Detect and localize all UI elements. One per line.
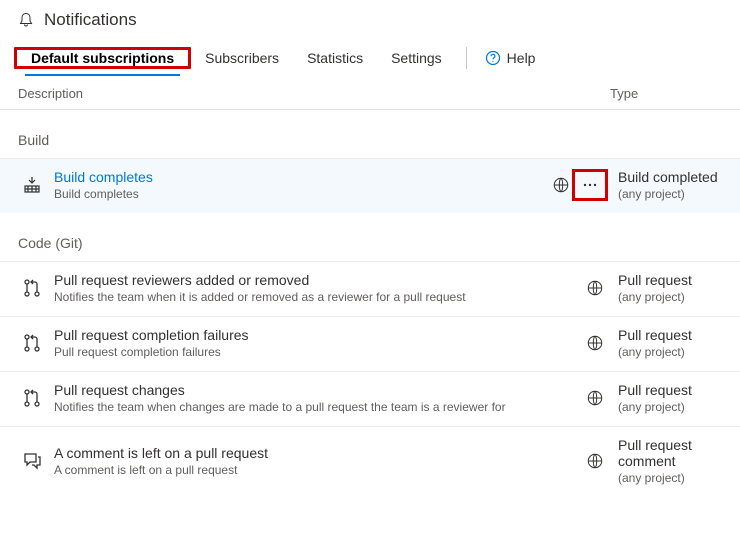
row-type: Pull request comment (any project) [604,437,722,485]
table-row[interactable]: Pull request completion failures Pull re… [0,316,740,371]
row-type-title: Pull request [618,382,722,398]
row-type: Pull request (any project) [604,272,722,304]
row-title: Pull request reviewers added or removed [54,272,508,288]
row-type-sub: (any project) [618,187,722,201]
row-type-title: Pull request comment [618,437,722,469]
globe-icon [586,334,604,352]
divider [466,47,467,69]
help-link[interactable]: Help [477,40,544,76]
highlight-box-tab: Default subscriptions [14,47,191,69]
page-header: Notifications [0,0,740,34]
row-subtitle: A comment is left on a pull request [54,463,508,477]
globe-icon [586,452,604,470]
row-main: A comment is left on a pull request A co… [46,445,508,477]
row-type-sub: (any project) [618,471,722,485]
group-label-code: Code (Git) [0,213,740,261]
row-title: Pull request completion failures [54,327,508,343]
row-subtitle: Notifies the team when it is added or re… [54,290,508,304]
row-mid [508,173,604,197]
globe-icon [552,176,570,194]
page-title: Notifications [44,10,137,30]
tabs: Default subscriptions Subscribers Statis… [0,40,740,76]
pull-request-icon [18,278,46,298]
row-title-link[interactable]: Build completes [54,169,508,185]
row-main: Pull request completion failures Pull re… [46,327,508,359]
row-type-sub: (any project) [618,400,722,414]
globe-icon [586,279,604,297]
row-main: Build completes Build completes [46,169,508,201]
row-type-title: Pull request [618,272,722,288]
row-subtitle: Build completes [54,187,508,201]
tab-default-subscriptions[interactable]: Default subscriptions [17,40,188,76]
help-label: Help [507,50,536,66]
tab-settings[interactable]: Settings [377,40,456,76]
tab-subscribers[interactable]: Subscribers [191,40,293,76]
row-type-sub: (any project) [618,290,722,304]
col-description: Description [18,86,510,101]
table-row[interactable]: Pull request reviewers added or removed … [0,261,740,316]
row-main: Pull request changes Notifies the team w… [46,382,508,414]
pull-request-icon [18,333,46,353]
col-type: Type [510,86,722,101]
table-row[interactable]: Pull request changes Notifies the team w… [0,371,740,426]
row-type: Pull request (any project) [604,382,722,414]
tab-statistics[interactable]: Statistics [293,40,377,76]
row-title: A comment is left on a pull request [54,445,508,461]
table-row[interactable]: Build completes Build completes Build co… [0,158,740,213]
bell-icon [18,12,34,28]
row-type: Pull request (any project) [604,327,722,359]
row-type-sub: (any project) [618,345,722,359]
row-main: Pull request reviewers added or removed … [46,272,508,304]
table-row[interactable]: A comment is left on a pull request A co… [0,426,740,497]
help-icon [485,50,501,66]
group-label-build: Build [0,110,740,158]
comment-icon [18,451,46,471]
row-subtitle: Pull request completion failures [54,345,508,359]
pull-request-icon [18,388,46,408]
more-button[interactable] [576,173,604,197]
row-title: Pull request changes [54,382,508,398]
row-type: Build completed (any project) [604,169,722,201]
row-type-title: Pull request [618,327,722,343]
row-type-title: Build completed [618,169,722,185]
build-icon [18,175,46,195]
table-header: Description Type [0,76,740,110]
globe-icon [586,389,604,407]
row-subtitle: Notifies the team when changes are made … [54,400,508,414]
